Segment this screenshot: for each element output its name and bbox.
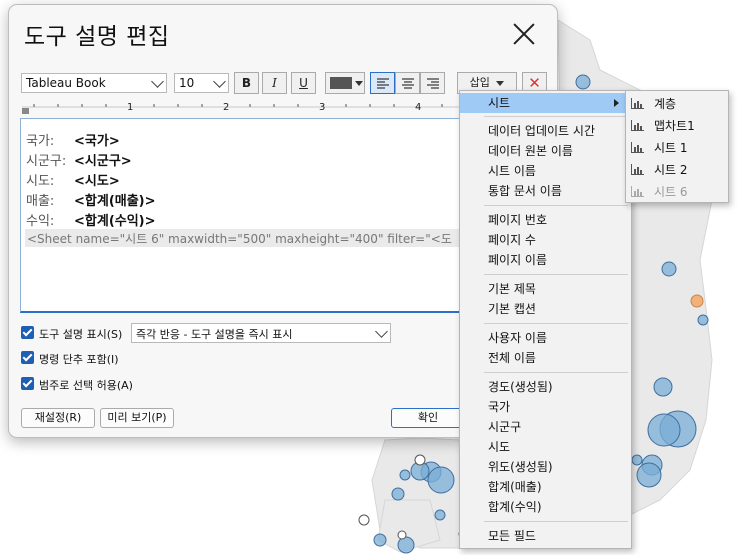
color-swatch: [330, 77, 352, 89]
submenu-item-sheet-6: 시트 6: [626, 181, 728, 203]
italic-button[interactable]: I: [262, 72, 287, 94]
menu-item-data-source-name[interactable]: 데이터 원본 이름: [460, 141, 631, 161]
chevron-down-icon: [213, 75, 226, 88]
submenu-item-sheet-2[interactable]: 시트 2: [626, 159, 728, 181]
menu-item-page-count[interactable]: 페이지 수: [460, 230, 631, 250]
menu-item-all-fields[interactable]: 모든 필드: [460, 526, 631, 546]
menu-item-country[interactable]: 국가: [460, 397, 631, 417]
align-left-button[interactable]: [370, 72, 395, 94]
submenu-item-sheet-1[interactable]: 시트 1: [626, 137, 728, 159]
menu-item-page-number[interactable]: 페이지 번호: [460, 210, 631, 230]
menu-separator: [484, 116, 628, 117]
submenu-item-mapchart1[interactable]: 맵차트1: [626, 115, 728, 137]
chevron-down-icon: [375, 325, 388, 338]
show-tooltip-label: 도구 설명 표시(S): [39, 328, 123, 341]
menu-separator: [484, 521, 628, 522]
bar-chart-icon: [631, 186, 644, 197]
ok-button[interactable]: 확인: [391, 408, 465, 428]
font-size-select[interactable]: 10: [174, 73, 229, 93]
menu-separator: [484, 274, 628, 275]
tooltip-mode-select[interactable]: 즉각 반응 - 도구 설명을 즉시 표시: [131, 323, 391, 343]
bar-chart-icon: [631, 142, 644, 153]
menu-item-latitude[interactable]: 위도(생성됨): [460, 457, 631, 477]
menu-item-sum-profit[interactable]: 합계(수익): [460, 497, 631, 517]
bar-chart-icon: [631, 120, 644, 131]
menu-separator: [484, 372, 628, 373]
align-right-button[interactable]: [420, 72, 445, 94]
indent-marker-icon: [22, 108, 29, 114]
caret-down-icon: [355, 81, 363, 86]
menu-item-full-name[interactable]: 전체 이름: [460, 348, 631, 368]
submenu-item-hierarchy[interactable]: 계층: [626, 93, 728, 115]
align-center-icon: [401, 78, 414, 89]
underline-button[interactable]: U: [291, 72, 316, 94]
chevron-down-icon: [151, 75, 164, 88]
menu-item-sum-sales[interactable]: 합계(매출): [460, 477, 631, 497]
tooltip-mode-value: 즉각 반응 - 도구 설명을 즉시 표시: [136, 328, 293, 341]
text-color-button[interactable]: [325, 72, 365, 94]
insert-menu: 시트 데이터 업데이트 시간 데이터 원본 이름 시트 이름 통합 문서 이름 …: [459, 90, 632, 549]
ruler-mark: 3: [319, 102, 325, 113]
tooltip-editor[interactable]: 국가: <국가> 시군구: <시군구> 시도: <시도> 매출: <합계(매출)> 수익…: [20, 118, 465, 313]
menu-item-sheet-name[interactable]: 시트 이름: [460, 161, 631, 181]
dialog-title: 도구 설명 편집: [24, 24, 170, 50]
field-line-district: 시군구: <시군구>: [26, 154, 132, 169]
show-tooltip-checkbox[interactable]: [21, 326, 34, 339]
close-icon[interactable]: [509, 19, 539, 49]
menu-item-workbook-name[interactable]: 통합 문서 이름: [460, 181, 631, 201]
allow-legend-label: 범주로 선택 허용(A): [39, 379, 133, 392]
menu-item-sheet[interactable]: 시트: [460, 93, 631, 113]
caret-down-icon: [496, 81, 505, 86]
ruler-mark: 1: [127, 102, 133, 113]
font-size-value: 10: [179, 76, 195, 90]
menu-separator: [484, 323, 628, 324]
include-commands-checkbox[interactable]: [21, 351, 34, 364]
sheet-submenu: 계층 맵차트1 시트 1 시트 2 시트 6: [625, 90, 729, 203]
align-right-icon: [426, 78, 439, 89]
menu-item-district[interactable]: 시군구: [460, 417, 631, 437]
embedded-sheet-tag: <Sheet name="시트 6" maxwidth="500" maxhei…: [25, 229, 464, 247]
menu-item-page-name[interactable]: 페이지 이름: [460, 250, 631, 270]
menu-item-default-caption[interactable]: 기본 캡션: [460, 299, 631, 319]
include-commands-label: 명령 단추 포함(I): [39, 353, 119, 366]
bar-chart-icon: [631, 98, 644, 109]
field-line-sales: 매출: <합계(매출)>: [26, 194, 156, 209]
reset-button[interactable]: 재설정(R): [21, 408, 95, 428]
menu-item-data-update-time[interactable]: 데이터 업데이트 시간: [460, 121, 631, 141]
map-orange-point[interactable]: [690, 294, 704, 308]
field-line-country: 국가: <국가>: [26, 134, 120, 149]
align-center-button[interactable]: [395, 72, 420, 94]
menu-item-user-name[interactable]: 사용자 이름: [460, 328, 631, 348]
ruler-mark: 4: [415, 102, 421, 113]
field-line-profit: 수익: <합계(수익)>: [26, 214, 156, 229]
ruler-mark: 2: [223, 102, 229, 113]
bar-chart-icon: [631, 164, 644, 175]
menu-separator: [484, 205, 628, 206]
bold-button[interactable]: B: [234, 72, 259, 94]
field-line-province: 시도: <시도>: [26, 174, 120, 189]
align-left-icon: [376, 78, 389, 89]
ruler: 1 2 3 4: [22, 102, 462, 114]
font-family-value: Tableau Book: [26, 76, 106, 90]
preview-button[interactable]: 미리 보기(P): [100, 408, 174, 428]
allow-legend-checkbox[interactable]: [21, 377, 34, 390]
font-family-select[interactable]: Tableau Book: [21, 73, 167, 93]
menu-item-longitude[interactable]: 경도(생성됨): [460, 377, 631, 397]
menu-item-province[interactable]: 시도: [460, 437, 631, 457]
insert-label: 삽입: [469, 76, 490, 89]
submenu-arrow-icon: [614, 99, 619, 107]
menu-item-default-title[interactable]: 기본 제목: [460, 279, 631, 299]
